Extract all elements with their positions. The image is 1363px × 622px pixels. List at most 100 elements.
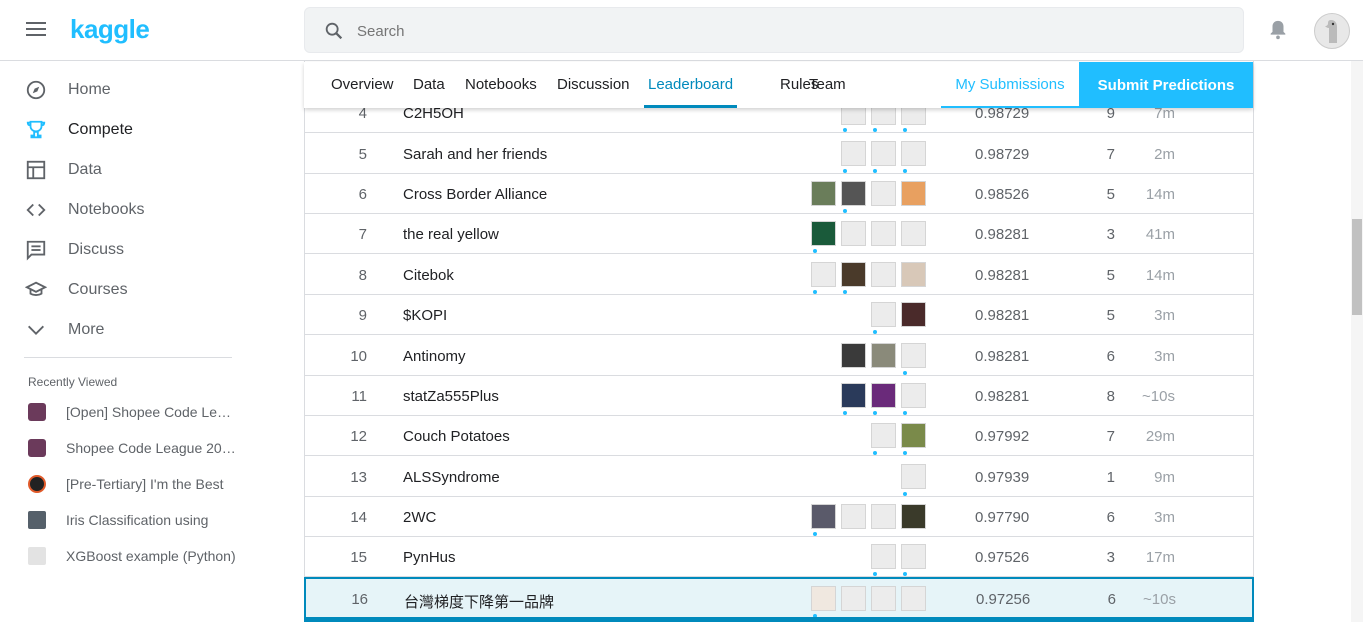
sidebar-item-home[interactable]: Home	[24, 78, 111, 102]
leaderboard-row[interactable]: 10 Antinomy 0.98281 6 3m	[305, 336, 1253, 376]
search-input[interactable]	[357, 20, 1217, 42]
team-name[interactable]: 台灣梯度下降第一品牌	[404, 591, 554, 612]
avatar[interactable]	[901, 464, 926, 496]
menu-icon[interactable]	[26, 22, 46, 38]
avatar[interactable]	[871, 181, 896, 206]
recent-item[interactable]: Iris Classification using	[28, 510, 236, 530]
avatar[interactable]	[901, 343, 926, 375]
recent-item[interactable]: Shopee Code League 2020	[28, 438, 236, 458]
avatar[interactable]	[901, 221, 926, 246]
tab-leaderboard[interactable]: Leaderboard	[648, 76, 733, 93]
last-submission: 3m	[1154, 307, 1175, 324]
avatar[interactable]	[841, 181, 866, 213]
avatar[interactable]	[901, 262, 926, 287]
my-team-row[interactable]: 16 台灣梯度下降第一品牌 0.97256 6 ~10s	[304, 577, 1254, 619]
leaderboard-row[interactable]: 7 the real yellow 0.98281 3 41m	[305, 214, 1253, 254]
my-submissions-button[interactable]: My Submissions	[941, 62, 1079, 108]
submit-predictions-button[interactable]: Submit Predictions	[1079, 62, 1253, 108]
kaggle-logo[interactable]: kaggle	[70, 14, 150, 45]
avatar[interactable]	[841, 383, 866, 415]
leaderboard-row[interactable]: 5 Sarah and her friends 0.98729 7 2m	[305, 134, 1253, 174]
leaderboard-row[interactable]: 6 Cross Border Alliance 0.98526 5 14m	[305, 174, 1253, 214]
avatar[interactable]	[811, 221, 836, 253]
last-submission: 14m	[1145, 267, 1175, 284]
recent-item[interactable]: XGBoost example (Python)	[28, 546, 236, 566]
avatar[interactable]	[871, 423, 896, 455]
last-submission: 41m	[1145, 226, 1175, 243]
recently-viewed-title: Recently Viewed	[28, 375, 118, 389]
team-name[interactable]: Antinomy	[403, 348, 466, 365]
team-name[interactable]: Sarah and her friends	[403, 146, 547, 163]
avatar[interactable]	[871, 262, 896, 287]
avatar[interactable]	[811, 262, 836, 294]
team-name[interactable]: Citebok	[403, 267, 454, 284]
avatar[interactable]	[901, 141, 926, 173]
team-name[interactable]: PynHus	[403, 549, 456, 566]
leaderboard-row[interactable]: 12 Couch Potatoes 0.97992 7 29m	[305, 416, 1253, 456]
avatar[interactable]	[901, 504, 926, 529]
avatar[interactable]	[871, 221, 896, 246]
avatar[interactable]	[871, 504, 896, 529]
leaderboard-row[interactable]: 9 $KOPI 0.98281 5 3m	[305, 295, 1253, 335]
sidebar-item-label: Discuss	[68, 241, 125, 258]
search-bar[interactable]	[304, 7, 1244, 53]
avatar[interactable]	[901, 586, 926, 611]
top-bar: kaggle	[0, 0, 1363, 61]
sidebar-item-compete[interactable]: Compete	[24, 118, 133, 142]
avatar[interactable]	[841, 221, 866, 246]
avatar[interactable]	[841, 141, 866, 173]
avatar[interactable]	[901, 423, 926, 455]
team-name[interactable]: the real yellow	[403, 226, 499, 243]
avatar[interactable]	[811, 504, 836, 536]
sidebar-item-more[interactable]: More	[24, 318, 104, 342]
team-name[interactable]: Cross Border Alliance	[403, 186, 547, 203]
bottom-accent-bar	[304, 617, 1254, 622]
scrollbar[interactable]	[1351, 61, 1363, 622]
leaderboard-row[interactable]: 13 ALSSyndrome 0.97939 1 9m	[305, 457, 1253, 497]
avatar[interactable]	[871, 302, 896, 334]
team-name[interactable]: 2WC	[403, 509, 436, 526]
trophy-icon	[24, 118, 48, 142]
tab-overview[interactable]: Overview	[331, 76, 394, 93]
leaderboard-row[interactable]: 11 statZa555Plus 0.98281 8 ~10s	[305, 376, 1253, 416]
avatar[interactable]	[811, 181, 836, 206]
leaderboard-row[interactable]: 8 Citebok 0.98281 5 14m	[305, 255, 1253, 295]
score: 0.98526	[975, 186, 1030, 203]
avatar[interactable]	[841, 343, 866, 368]
team-name[interactable]: statZa555Plus	[403, 388, 499, 405]
avatar[interactable]	[841, 262, 866, 294]
tab-discussion[interactable]: Discussion	[557, 76, 630, 93]
avatar[interactable]	[871, 383, 896, 415]
avatar[interactable]	[811, 586, 836, 618]
team-name[interactable]: ALSSyndrome	[403, 469, 500, 486]
recent-item[interactable]: [Pre-Tertiary] I'm the Best	[28, 474, 236, 494]
bell-icon[interactable]	[1267, 18, 1289, 42]
leaderboard-row[interactable]: 14 2WC 0.97790 6 3m	[305, 497, 1253, 537]
tab-data[interactable]: Data	[413, 76, 445, 93]
sidebar-divider	[24, 357, 232, 358]
team-name[interactable]: $KOPI	[403, 307, 447, 324]
user-avatar[interactable]	[1314, 13, 1350, 49]
tab-notebooks[interactable]: Notebooks	[465, 76, 537, 93]
avatar[interactable]	[871, 141, 896, 173]
team-name[interactable]: Couch Potatoes	[403, 428, 510, 445]
sidebar-item-discuss[interactable]: Discuss	[24, 238, 124, 262]
sidebar-item-courses[interactable]: Courses	[24, 278, 128, 302]
avatar[interactable]	[841, 586, 866, 611]
sidebar-item-notebooks[interactable]: Notebooks	[24, 198, 145, 222]
avatar[interactable]	[901, 383, 926, 415]
avatar[interactable]	[871, 586, 896, 611]
tab-team[interactable]: Team	[809, 76, 846, 93]
avatar[interactable]	[901, 302, 926, 327]
avatar[interactable]	[901, 181, 926, 206]
sidebar-item-data[interactable]: Data	[24, 158, 102, 182]
recent-item[interactable]: [Open] Shopee Code League	[28, 402, 236, 422]
avatar[interactable]	[901, 544, 926, 576]
avatar[interactable]	[841, 504, 866, 529]
sidebar-item-label: Notebooks	[68, 201, 145, 218]
last-submission: ~10s	[1143, 591, 1176, 608]
scrollbar-thumb[interactable]	[1352, 219, 1362, 315]
avatar[interactable]	[871, 544, 896, 576]
avatar[interactable]	[871, 343, 896, 368]
leaderboard-row[interactable]: 15 PynHus 0.97526 3 17m	[305, 537, 1253, 577]
